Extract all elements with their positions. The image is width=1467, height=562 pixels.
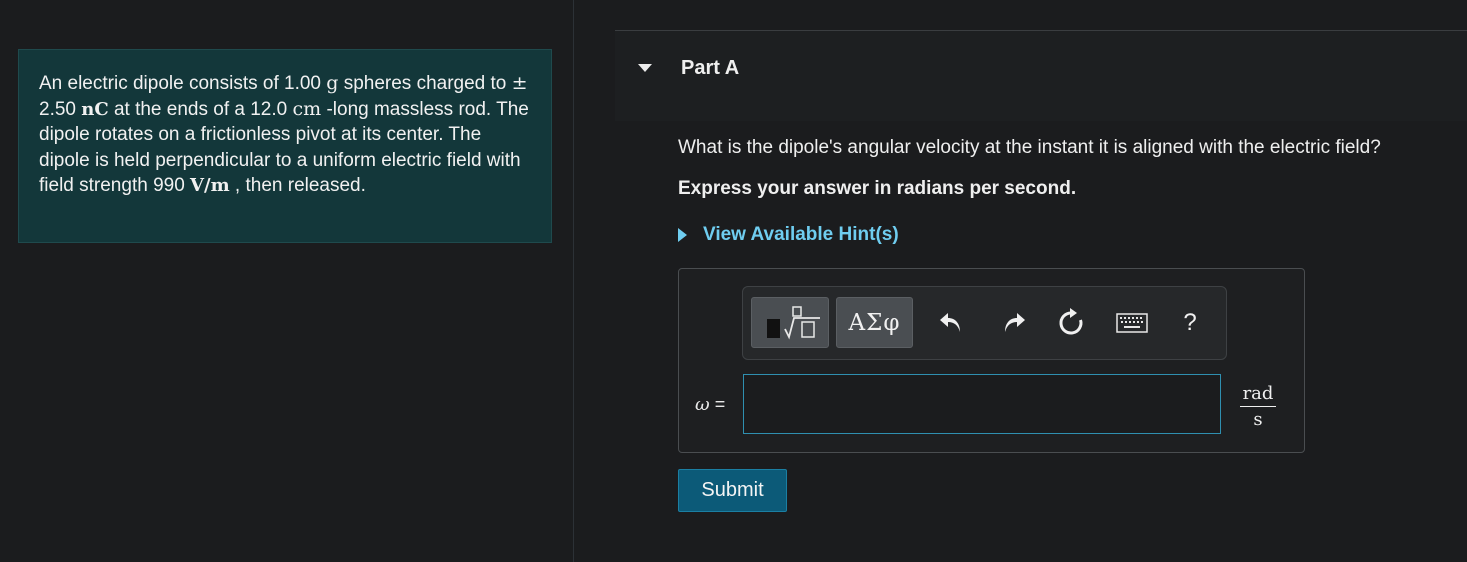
- problem-text: spheres charged to: [338, 73, 512, 94]
- reset-icon: [1059, 308, 1083, 335]
- panel-divider: [573, 0, 574, 562]
- answer-unit: rad s: [1240, 383, 1276, 430]
- redo-icon: [1005, 313, 1025, 332]
- keyboard-icon: [1116, 313, 1148, 333]
- keyboard-button[interactable]: [1114, 305, 1150, 341]
- view-hints-toggle[interactable]: View Available Hint(s): [678, 224, 899, 246]
- problem-math-unit: nC: [81, 98, 109, 120]
- part-title: Part A: [681, 57, 740, 79]
- template-fraction-sqrt-icon: [767, 305, 820, 340]
- problem-math-unit: V/m: [190, 175, 230, 196]
- omega-symbol: ω: [695, 394, 710, 415]
- equals-sign: =: [714, 394, 726, 414]
- greek-symbols-label: ΑΣφ: [848, 309, 901, 336]
- problem-math: ±: [511, 72, 528, 94]
- problem-text: , then released.: [229, 175, 366, 196]
- templates-button[interactable]: [751, 297, 829, 348]
- question-text: What is the dipole's angular velocity at…: [678, 137, 1381, 158]
- problem-statement: An electric dipole consists of 1.00 g sp…: [18, 49, 552, 243]
- problem-text: An electric dipole consists of 1.00: [39, 73, 327, 94]
- submit-button[interactable]: Submit: [678, 469, 787, 512]
- expand-triangle-icon: [678, 228, 687, 242]
- answer-variable-label: ω =: [695, 394, 725, 415]
- undo-icon: [940, 313, 960, 332]
- collapse-caret-icon[interactable]: [638, 64, 652, 72]
- view-hints-label: View Available Hint(s): [703, 224, 899, 245]
- unit-denominator: s: [1253, 409, 1263, 430]
- greek-symbols-button[interactable]: ΑΣφ: [836, 297, 913, 348]
- help-button[interactable]: ?: [1173, 305, 1207, 341]
- unit-numerator: rad: [1240, 383, 1276, 407]
- problem-math: g: [326, 72, 339, 94]
- answer-input[interactable]: [743, 374, 1221, 434]
- help-icon: ?: [1183, 309, 1197, 336]
- undo-button[interactable]: [935, 305, 969, 341]
- problem-text: 2.50: [39, 98, 82, 120]
- redo-button[interactable]: [996, 305, 1030, 341]
- answer-instruction: Express your answer in radians per secon…: [678, 178, 1077, 199]
- part-header[interactable]: [615, 30, 1467, 121]
- problem-math: cm: [292, 97, 322, 120]
- reset-button[interactable]: [1054, 305, 1088, 341]
- problem-text: at the ends of a 12.0: [108, 98, 293, 120]
